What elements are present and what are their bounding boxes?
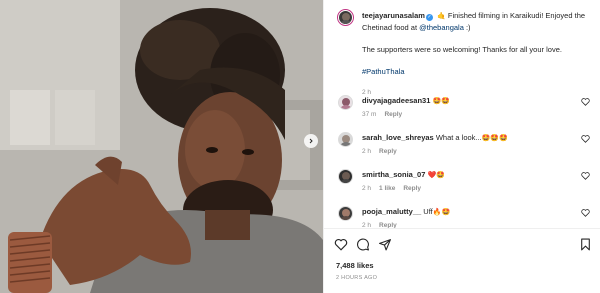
comment-like-heart-icon[interactable] — [581, 209, 590, 217]
comment-time[interactable]: 2 h — [362, 148, 371, 155]
carousel-next-button[interactable] — [304, 134, 318, 148]
comment-like-heart-icon[interactable] — [581, 172, 590, 180]
commenter-avatar[interactable] — [338, 169, 353, 184]
commenter-avatar[interactable] — [338, 132, 353, 147]
comment-emojis: 🤩🤩🤩 — [481, 135, 508, 142]
reply-button[interactable]: Reply — [384, 111, 402, 118]
comment-item: smirtha_sonia_07 ❤️🤩 2 h 1 like Reply — [338, 167, 596, 195]
comment-emojis: ❤️🤩 — [427, 172, 445, 179]
author-username[interactable]: teejayarunasalam — [362, 11, 425, 20]
caption-mention-link[interactable]: @thebangala — [419, 23, 464, 32]
like-heart-icon[interactable] — [334, 238, 348, 251]
caption-hashtag-link[interactable]: #PathuThala — [362, 66, 596, 77]
chevron-right-icon — [309, 138, 313, 144]
caption-text-end: :) — [463, 23, 471, 32]
likes-count[interactable]: 7,488 likes — [336, 261, 374, 270]
author-avatar[interactable] — [338, 10, 353, 25]
comment-item: divyajagadeesan31 🤩🤩 37 m Reply — [338, 93, 596, 121]
comment-likes-count[interactable]: 1 like — [379, 185, 395, 192]
comment-item: sarah_love_shreyas What a look...🤩🤩🤩 2 h… — [338, 130, 596, 158]
reply-button[interactable]: Reply — [379, 148, 397, 155]
share-paper-plane-icon[interactable] — [378, 238, 392, 251]
commenter-avatar[interactable] — [338, 206, 353, 221]
comment-like-heart-icon[interactable] — [581, 98, 590, 106]
wave-hand-emoji: 🤙 — [437, 13, 446, 20]
post-timestamp[interactable]: 2 HOURS AGO — [336, 275, 377, 281]
comment-text: Uff — [423, 207, 433, 216]
caption-paragraph-2: The supporters were so welcoming! Thanks… — [362, 45, 562, 54]
comment-emojis: 🔥🤩 — [432, 209, 451, 216]
comment-username[interactable]: smirtha_sonia_07 — [362, 170, 425, 179]
comment-username[interactable]: pooja_malutty__ — [362, 207, 421, 216]
post-side-panel: teejayarunasalam ✓ 🤙 Finished filming in … — [323, 0, 600, 293]
commenter-avatar[interactable] — [338, 95, 353, 110]
post-image — [0, 0, 323, 293]
comment-username[interactable]: divyajagadeesan31 — [362, 96, 430, 105]
post-actions-bar: 7,488 likes 2 HOURS AGO — [324, 228, 600, 293]
reply-button[interactable]: Reply — [403, 185, 421, 192]
bookmark-save-icon[interactable] — [580, 238, 591, 251]
comment-username[interactable]: sarah_love_shreyas — [362, 133, 434, 142]
comment-time[interactable]: 37 m — [362, 111, 376, 118]
comment-bubble-icon[interactable] — [356, 238, 370, 251]
comment-like-heart-icon[interactable] — [581, 135, 590, 143]
comment-time[interactable]: 2 h — [362, 185, 371, 192]
post-photo[interactable] — [0, 0, 323, 293]
verified-badge-icon: ✓ — [425, 14, 433, 21]
comment-text: What a look... — [435, 133, 482, 142]
comment-emojis: 🤩🤩 — [432, 98, 450, 105]
